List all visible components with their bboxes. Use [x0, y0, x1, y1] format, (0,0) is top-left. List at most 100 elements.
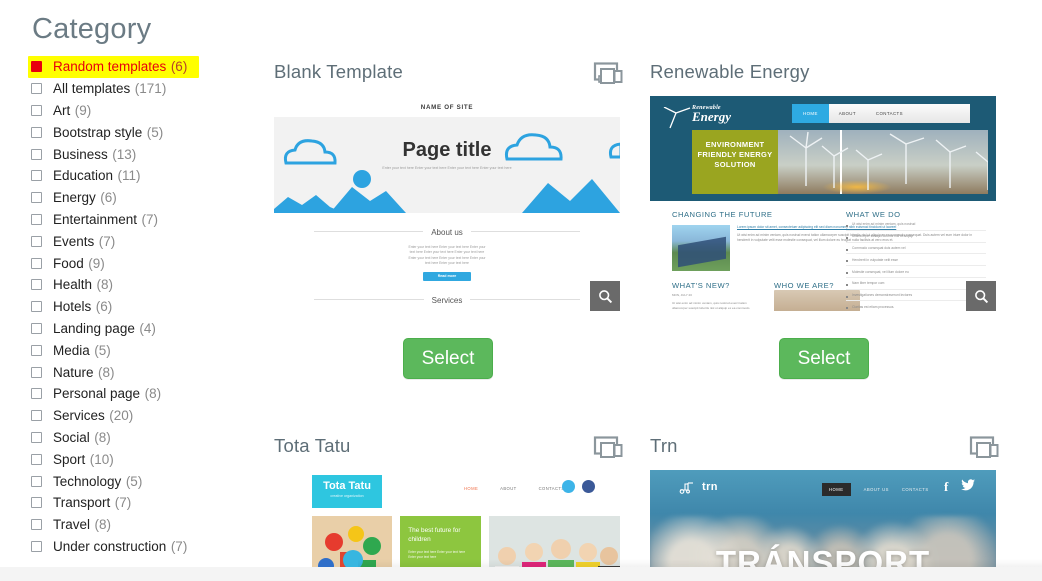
mock-news-body: Ut wisi enim ad minim veniam, quis nostr… [672, 301, 750, 310]
category-checkbox[interactable] [31, 235, 42, 247]
mock-read-more-button: Read more [423, 271, 471, 281]
mock-nav-item: ABOUT [838, 111, 856, 116]
category-count: (9) [88, 255, 105, 271]
category-item-food[interactable]: Food (9) [28, 252, 260, 274]
mock-about-heading: About us [423, 228, 471, 237]
preview-mock: Renewable Energy HOME ABOUT CONTACTS ENV… [650, 96, 996, 311]
category-checkbox[interactable] [31, 213, 42, 225]
mock-hero: Page title Enter your text here Enter yo… [274, 117, 620, 213]
category-item-under-construction[interactable]: Under construction (7) [28, 536, 260, 558]
mock-section-about: About us [274, 222, 620, 240]
responsive-devices-icon[interactable] [969, 436, 999, 461]
category-item-personal-page[interactable]: Personal page (8) [28, 383, 260, 405]
category-item-random-templates[interactable]: Random templates (6) [28, 56, 199, 78]
category-checkbox[interactable] [31, 540, 42, 552]
category-label: Social [53, 429, 90, 445]
mock-banner-text: ENVIRONMENT FRIENDLY ENERGY SOLUTION [692, 130, 778, 194]
responsive-devices-icon[interactable] [593, 62, 623, 87]
mock-logo: Renewable Energy [663, 105, 731, 129]
category-count: (6) [170, 59, 188, 75]
category-label: Landing page [53, 320, 135, 336]
category-checkbox[interactable] [31, 83, 42, 95]
category-checkbox[interactable] [31, 170, 42, 182]
category-item-business[interactable]: Business (13) [28, 143, 260, 165]
category-checkbox[interactable] [31, 388, 42, 400]
bottom-band [0, 567, 1042, 581]
category-checkbox[interactable] [31, 431, 42, 443]
category-item-travel[interactable]: Travel (8) [28, 514, 260, 536]
mock-feature-item: Investigationes demonstraverunt lectores [846, 290, 986, 302]
category-item-entertainment[interactable]: Entertainment (7) [28, 209, 260, 231]
category-item-sport[interactable]: Sport (10) [28, 448, 260, 470]
category-item-art[interactable]: Art (9) [28, 100, 260, 122]
category-label: Art [53, 102, 71, 118]
category-item-energy[interactable]: Energy (6) [28, 187, 260, 209]
category-checkbox[interactable] [31, 301, 42, 313]
category-item-education[interactable]: Education (11) [28, 165, 260, 187]
select-button[interactable]: Select [779, 338, 869, 379]
category-checkbox[interactable] [31, 475, 42, 487]
category-count: (6) [95, 299, 113, 315]
template-preview-blank-template[interactable]: NAME OF SITE Page title Enter your text … [274, 96, 620, 311]
category-count: (11) [117, 168, 141, 184]
card-header: Renewable Energy [638, 56, 1010, 96]
category-item-health[interactable]: Health (8) [28, 274, 260, 296]
category-item-nature[interactable]: Nature (8) [28, 361, 260, 383]
category-item-events[interactable]: Events (7) [28, 230, 260, 252]
preview-zoom-button[interactable] [966, 281, 996, 311]
category-checkbox[interactable] [31, 257, 42, 269]
preview-mock: NAME OF SITE Page title Enter your text … [274, 96, 620, 311]
mock-feature-item: Commodo consequat duis autem vel [846, 243, 986, 255]
mock-hero-banner: ENVIRONMENT FRIENDLY ENERGY SOLUTION [692, 130, 988, 194]
category-checkbox[interactable] [31, 344, 42, 356]
category-label: Under construction [53, 538, 167, 554]
template-preview-renewable-energy[interactable]: Renewable Energy HOME ABOUT CONTACTS ENV… [650, 96, 996, 311]
category-label: Personal page [53, 386, 141, 402]
mock-header: trn HOME ABOUT US CONTACTS f [650, 470, 996, 508]
responsive-devices-icon[interactable] [593, 436, 623, 461]
mock-logo: Tota Tatu creative organization [312, 475, 382, 508]
category-checkbox[interactable] [31, 61, 42, 73]
category-checkbox[interactable] [31, 279, 42, 291]
mock-logo-line2: Energy [692, 109, 731, 124]
category-item-bootstrap-style[interactable]: Bootstrap style (5) [28, 121, 260, 143]
category-item-hotels[interactable]: Hotels (6) [28, 296, 260, 318]
category-item-media[interactable]: Media (5) [28, 339, 260, 361]
category-checkbox[interactable] [31, 453, 42, 465]
category-checkbox[interactable] [31, 410, 42, 422]
category-count: (8) [96, 277, 114, 293]
category-item-landing-page[interactable]: Landing page (4) [28, 318, 260, 340]
mock-about-body: Enter your text here Enter your text her… [408, 245, 486, 266]
template-card-renewable-energy[interactable]: Renewable Energy Renewable Energy HOME A… [638, 56, 1010, 379]
mock-feature-item: Ullamcorper suscipit lobortis nisl ut al… [846, 231, 986, 243]
preview-zoom-button[interactable] [590, 281, 620, 311]
category-count: (171) [134, 81, 167, 97]
category-item-transport[interactable]: Transport (7) [28, 492, 260, 514]
mock-nav: HOME ABOUT CONTACTS [792, 104, 970, 123]
mock-nav-item: CONTACTS [875, 111, 903, 116]
category-item-technology[interactable]: Technology (5) [28, 470, 260, 492]
category-label: Transport [53, 495, 111, 511]
category-label: Hotels [53, 299, 92, 315]
category-checkbox[interactable] [31, 519, 42, 531]
category-checkbox[interactable] [31, 366, 42, 378]
templates-gallery-page: Category Random templates (6) All template… [0, 0, 1042, 581]
category-count: (7) [141, 211, 159, 227]
template-card-blank-template[interactable]: Blank Template NAME OF SITE Page title E… [262, 56, 634, 379]
select-button[interactable]: Select [403, 338, 493, 379]
category-filter-list: Random templates (6) All templates (171) Art… [28, 56, 260, 557]
category-checkbox[interactable] [31, 192, 42, 204]
mock-logo-sub: creative organization [330, 494, 364, 498]
category-item-all-templates[interactable]: All templates (171) [28, 78, 260, 100]
category-checkbox[interactable] [31, 148, 42, 160]
mock-services-heading: Services [423, 295, 471, 305]
category-checkbox[interactable] [31, 126, 42, 138]
category-label: Food [53, 255, 84, 271]
mock-logo-text: Tota Tatu [323, 480, 371, 492]
category-checkbox[interactable] [31, 104, 42, 116]
category-checkbox[interactable] [31, 497, 42, 509]
category-checkbox[interactable] [31, 322, 42, 334]
category-item-social[interactable]: Social (8) [28, 427, 260, 449]
category-item-services[interactable]: Services (20) [28, 405, 260, 427]
card-title: Blank Template [274, 61, 403, 82]
